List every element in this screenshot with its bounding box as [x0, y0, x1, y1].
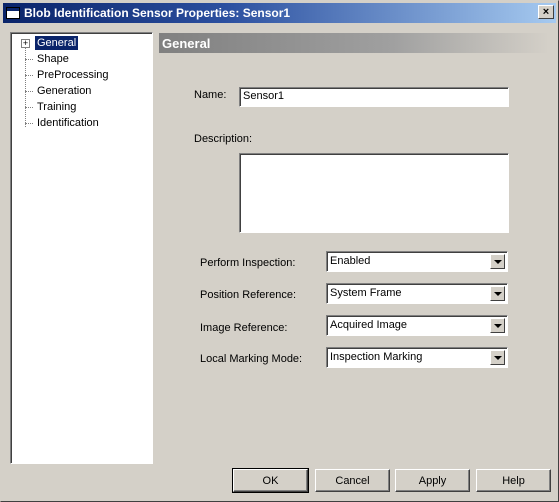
- image-reference-select[interactable]: Acquired Image: [326, 315, 508, 336]
- window-title: Blob Identification Sensor Properties: S…: [24, 6, 291, 20]
- cancel-button[interactable]: Cancel: [315, 469, 390, 492]
- tree-item-label[interactable]: Identification: [35, 116, 101, 130]
- tree-item-label[interactable]: Training: [35, 100, 78, 114]
- expand-icon[interactable]: +: [21, 39, 30, 48]
- perform-inspection-select[interactable]: Enabled: [326, 251, 508, 272]
- chevron-down-icon[interactable]: [490, 254, 505, 269]
- tree-item-generation[interactable]: Generation: [11, 83, 151, 99]
- name-input[interactable]: Sensor1: [239, 87, 509, 107]
- tree-item-preprocessing[interactable]: PreProcessing: [11, 67, 151, 83]
- tree-item-label[interactable]: Shape: [35, 52, 71, 66]
- description-input[interactable]: [239, 153, 509, 233]
- position-reference-label: Position Reference:: [200, 289, 296, 301]
- tree-item-label[interactable]: PreProcessing: [35, 68, 111, 82]
- tree-item-label[interactable]: General: [35, 36, 79, 50]
- ok-button[interactable]: OK: [232, 468, 309, 493]
- tree-item-training[interactable]: Training: [11, 99, 151, 115]
- name-label: Name:: [194, 89, 227, 101]
- category-tree: + General Shape PreProcessing Generation…: [10, 32, 153, 464]
- close-button[interactable]: ×: [538, 5, 554, 19]
- chevron-down-icon[interactable]: [490, 286, 505, 301]
- perform-inspection-label: Perform Inspection:: [200, 257, 296, 269]
- position-reference-select[interactable]: System Frame: [326, 283, 508, 304]
- title-bar[interactable]: Blob Identification Sensor Properties: S…: [3, 3, 556, 23]
- local-marking-mode-select[interactable]: Inspection Marking: [326, 347, 508, 368]
- description-label: Description:: [194, 133, 253, 145]
- select-value: Enabled: [330, 255, 371, 267]
- select-value: System Frame: [330, 287, 402, 299]
- properties-dialog: Blob Identification Sensor Properties: S…: [0, 0, 559, 502]
- tree-item-shape[interactable]: Shape: [11, 51, 151, 67]
- section-header: General: [159, 33, 549, 53]
- select-value: Inspection Marking: [330, 351, 423, 363]
- local-marking-mode-label: Local Marking Mode:: [200, 353, 303, 365]
- help-button[interactable]: Help: [476, 469, 551, 492]
- chevron-down-icon[interactable]: [490, 318, 505, 333]
- chevron-down-icon[interactable]: [490, 350, 505, 365]
- tree-item-general[interactable]: + General: [11, 35, 151, 51]
- tree-item-label[interactable]: Generation: [35, 84, 93, 98]
- tree-item-identification[interactable]: Identification: [11, 115, 151, 131]
- apply-button[interactable]: Apply: [395, 469, 470, 492]
- window-icon: [6, 7, 20, 19]
- image-reference-label: Image Reference:: [200, 322, 288, 334]
- select-value: Acquired Image: [330, 319, 408, 331]
